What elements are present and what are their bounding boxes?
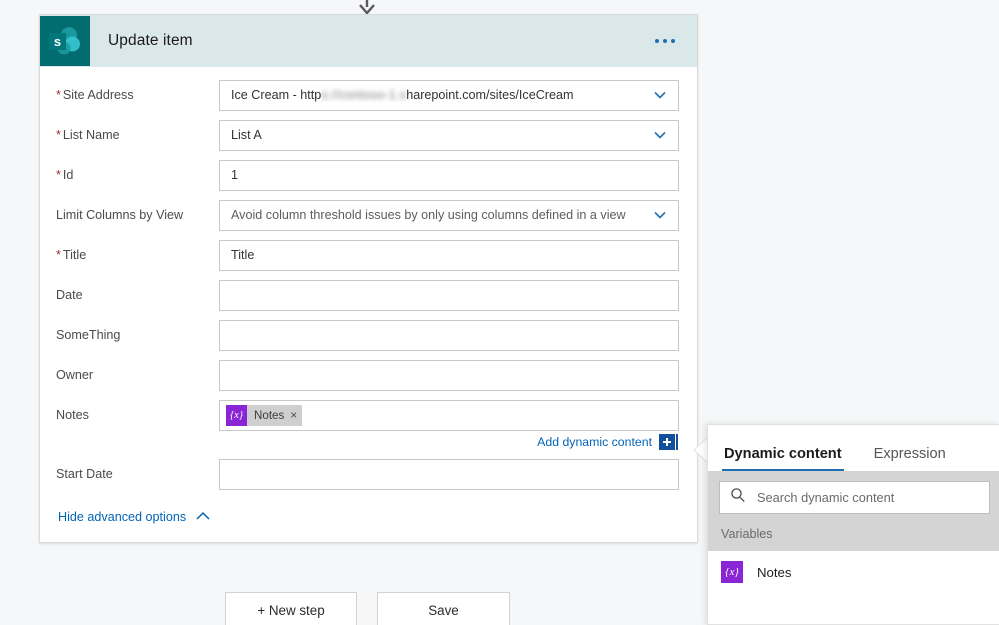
token-label: Notes [254, 408, 285, 422]
search-dynamic-content-input[interactable]: Search dynamic content [719, 481, 990, 514]
field-label-site-address: * Site Address [56, 88, 134, 102]
panel-tab-list: Dynamic content Expression [708, 425, 999, 471]
search-icon [730, 487, 746, 508]
svg-text:s: s [54, 34, 61, 49]
menu-dot [663, 39, 667, 43]
site-address-value: Ice Cream - https://contoso-1.sharepoint… [231, 88, 574, 102]
field-label-limit-columns-by-view: Limit Columns by View [56, 208, 184, 222]
variable-icon: {x} [226, 404, 247, 426]
plus-icon[interactable] [659, 434, 675, 450]
form-row-something: SomeThing [56, 319, 679, 351]
add-dynamic-content-link[interactable]: Add dynamic content [537, 435, 652, 449]
tab-dynamic-content[interactable]: Dynamic content [722, 446, 844, 471]
form-row-date: Date [56, 279, 679, 311]
field-label-id: * Id [56, 168, 74, 182]
form-row-id: * Id 1 [56, 159, 679, 191]
panel-section-variables: Variables [708, 524, 999, 551]
close-icon[interactable]: × [290, 409, 297, 421]
field-label-list-name: * List Name [56, 128, 120, 142]
card-header[interactable]: s Update item [40, 15, 697, 67]
required-asterisk: * [56, 88, 61, 102]
hide-advanced-options-toggle[interactable]: Hide advanced options [58, 508, 679, 526]
chevron-down-icon[interactable] [652, 207, 668, 223]
required-asterisk: * [56, 248, 61, 262]
limit-columns-by-view-dropdown[interactable]: Avoid column threshold issues by only us… [219, 199, 679, 231]
field-label-title: * Title [56, 248, 87, 262]
notes-input[interactable]: {x} Notes × [219, 399, 679, 431]
field-label-owner: Owner [56, 368, 94, 382]
form-row-owner: Owner [56, 359, 679, 391]
form-row-limit-columns-by-view: Limit Columns by View Avoid column thres… [56, 199, 679, 231]
token-body: Notes × [247, 404, 303, 426]
more-options-icon[interactable] [649, 33, 681, 49]
start-date-input[interactable] [219, 458, 679, 490]
field-label-date: Date [56, 288, 83, 302]
field-label-notes: Notes [56, 408, 89, 422]
required-asterisk: * [56, 168, 61, 182]
something-input[interactable] [219, 319, 679, 351]
new-step-button[interactable]: + New step [225, 592, 357, 625]
card-title: Update item [108, 32, 193, 49]
field-label-something: SomeThing [56, 328, 121, 342]
limit-columns-by-view-value: Avoid column threshold issues by only us… [231, 208, 626, 222]
tab-expression[interactable]: Expression [872, 446, 948, 471]
form-row-list-name: * List Name List A [56, 119, 679, 151]
id-value: 1 [231, 168, 239, 182]
chevron-down-icon[interactable] [652, 87, 668, 103]
field-label-start-date: Start Date [56, 467, 113, 481]
action-form: * Site Address Ice Cream - https://contos… [40, 67, 697, 526]
dynamic-content-item-notes[interactable]: {x} Notes [708, 551, 999, 593]
add-dynamic-content-row: Add dynamic content [56, 434, 679, 450]
list-name-value: List A [231, 128, 262, 142]
flow-designer-canvas: s Update item * Site Address Ice Cream - … [0, 0, 999, 625]
hide-advanced-options-label: Hide advanced options [58, 510, 187, 524]
update-item-action-card: s Update item * Site Address Ice Cream - … [39, 14, 698, 543]
form-row-title: * Title Title [56, 239, 679, 271]
form-row-start-date: Start Date [56, 458, 679, 490]
chevron-up-icon [186, 508, 211, 526]
notes-token-wrap: {x} Notes × [220, 404, 303, 426]
dynamic-content-item-label: Notes [757, 564, 792, 580]
title-input[interactable]: Title [219, 239, 679, 271]
search-placeholder: Search dynamic content [757, 490, 895, 505]
id-input[interactable]: 1 [219, 159, 679, 191]
menu-dot [671, 39, 675, 43]
dynamic-content-panel: Dynamic content Expression Search dynami… [707, 424, 999, 625]
dynamic-content-token[interactable]: {x} Notes × [226, 404, 303, 426]
date-input[interactable] [219, 279, 679, 311]
list-name-dropdown[interactable]: List A [219, 119, 679, 151]
chevron-down-icon[interactable] [652, 127, 668, 143]
required-asterisk: * [56, 128, 61, 142]
variable-icon: {x} [721, 561, 743, 583]
sharepoint-logo-icon: s [40, 16, 90, 66]
form-row-notes: Notes {x} Notes × [56, 399, 679, 431]
title-value: Title [231, 248, 255, 262]
text-caret [676, 434, 678, 450]
panel-search-band: Search dynamic content [708, 471, 999, 524]
form-row-site-address: * Site Address Ice Cream - https://contos… [56, 79, 679, 111]
menu-dot [655, 39, 659, 43]
owner-input[interactable] [219, 359, 679, 391]
site-address-dropdown[interactable]: Ice Cream - https://contoso-1.sharepoint… [219, 79, 679, 111]
save-button[interactable]: Save [377, 592, 510, 625]
panel-callout-arrow [693, 435, 709, 465]
